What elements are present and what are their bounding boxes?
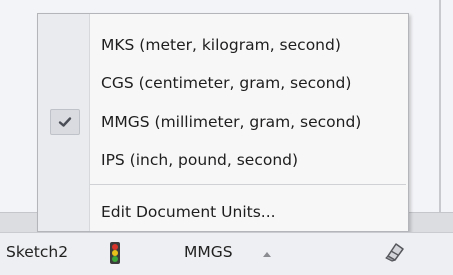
menu-item-mmgs[interactable]: MMGS (millimeter, gram, second) bbox=[39, 103, 407, 141]
menu-item-ips[interactable]: IPS (inch, pound, second) bbox=[39, 141, 407, 179]
status-bar: Sketch2 MMGS bbox=[0, 232, 453, 275]
menu-item-edit-document-units[interactable]: Edit Document Units... bbox=[39, 193, 407, 231]
units-popup-menu: MKS (meter, kilogram, second) CGS (centi… bbox=[37, 13, 409, 232]
up-arrow-icon[interactable] bbox=[262, 250, 272, 258]
menu-item-label: CGS (centimeter, gram, second) bbox=[101, 74, 352, 92]
check-cell bbox=[39, 141, 91, 179]
check-cell bbox=[39, 64, 91, 102]
menu-separator bbox=[90, 184, 406, 185]
menu-item-label: IPS (inch, pound, second) bbox=[101, 151, 299, 169]
menu-item-label: Edit Document Units... bbox=[101, 203, 276, 221]
eraser-icon[interactable] bbox=[382, 239, 406, 263]
traffic-light-icon[interactable] bbox=[109, 241, 121, 265]
app-window: MKS (meter, kilogram, second) CGS (centi… bbox=[0, 0, 453, 275]
checkmark-icon bbox=[58, 117, 72, 127]
menu-item-label: MMGS (millimeter, gram, second) bbox=[101, 113, 362, 131]
menu-item-label: MKS (meter, kilogram, second) bbox=[101, 36, 341, 54]
check-cell bbox=[39, 193, 91, 231]
sketch-name: Sketch2 bbox=[6, 243, 69, 261]
window-border bbox=[439, 0, 441, 212]
menu-item-cgs[interactable]: CGS (centimeter, gram, second) bbox=[39, 64, 407, 102]
units-indicator[interactable]: MMGS bbox=[184, 243, 233, 261]
checked-indicator bbox=[50, 109, 80, 135]
menu-item-mks[interactable]: MKS (meter, kilogram, second) bbox=[39, 26, 407, 64]
check-cell bbox=[39, 103, 91, 141]
check-cell bbox=[39, 26, 91, 64]
